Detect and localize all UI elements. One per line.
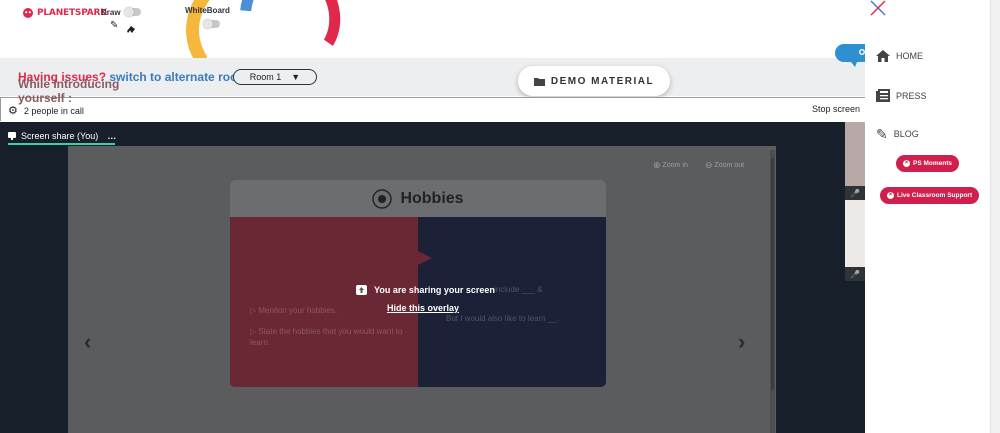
home-icon bbox=[876, 50, 890, 62]
slide-heading: While Introducing yourself : bbox=[18, 77, 120, 105]
slide-left-panel bbox=[230, 217, 418, 387]
close-icon[interactable] bbox=[868, 0, 888, 23]
logo-mark-icon bbox=[23, 8, 33, 18]
slide-bullet-1: ▷ Mention your hobbies. bbox=[250, 306, 338, 315]
zoom-in-icon: ⊕ bbox=[653, 160, 661, 170]
room-select[interactable]: Room 1 ▼ bbox=[233, 69, 317, 85]
tab-active-indicator bbox=[8, 143, 115, 145]
pencil-icon[interactable]: ✎ bbox=[110, 20, 118, 31]
zoom-out-icon: ⊖ bbox=[705, 160, 713, 170]
tab-screen-share[interactable]: Screen share (You) … bbox=[8, 127, 116, 144]
slide-badge-icon bbox=[372, 188, 393, 209]
zoom-in-button[interactable]: ⊕ Zoom in bbox=[653, 160, 688, 171]
room-select-value: Room 1 bbox=[249, 72, 282, 82]
planetspark-logo[interactable]: PLANETSPARK bbox=[22, 6, 107, 20]
close-circle-icon: × bbox=[887, 192, 894, 199]
people-in-call: ⚙ 2 people in call bbox=[8, 104, 84, 117]
demo-material-button[interactable]: DEMO MATERIAL bbox=[518, 66, 670, 96]
settings-gear-icon[interactable]: ⚙ bbox=[8, 104, 18, 117]
folder-icon bbox=[533, 77, 545, 86]
ps-moments-button[interactable]: × PS Moments bbox=[896, 155, 960, 172]
nav-item-home-label: HOME bbox=[896, 51, 923, 61]
nav-item-press[interactable]: PRESS bbox=[876, 89, 927, 102]
nav-item-blog[interactable]: ✎ BLOG bbox=[876, 126, 919, 142]
right-navigation-panel bbox=[865, 0, 1000, 433]
slide-title: Hobbies bbox=[400, 189, 464, 207]
slide-right-line-1: include ___ & bbox=[494, 285, 543, 294]
next-slide-arrow-icon[interactable]: › bbox=[738, 329, 745, 355]
newspaper-icon bbox=[876, 89, 890, 102]
participant-video-tile[interactable]: 🎤 bbox=[845, 122, 865, 200]
demo-material-label: DEMO MATERIAL bbox=[550, 75, 655, 87]
nav-item-home[interactable]: HOME bbox=[876, 50, 923, 62]
sharing-overlay-message: You are sharing your screen bbox=[356, 285, 495, 295]
pencil-icon: ✎ bbox=[876, 126, 888, 142]
nav-scrollbar[interactable] bbox=[990, 0, 1000, 433]
slide-header: Hobbies bbox=[230, 180, 606, 217]
sharing-overlay-text: You are sharing your screen bbox=[374, 285, 495, 295]
ps-moments-label: PS Moments bbox=[913, 160, 953, 167]
caret-down-icon: ▼ bbox=[291, 72, 301, 82]
close-circle-icon: × bbox=[903, 160, 910, 167]
chat-icon[interactable] bbox=[835, 44, 865, 67]
live-classroom-support-button[interactable]: × Live Classroom Support bbox=[880, 187, 980, 204]
whiteboard-toggle[interactable] bbox=[203, 19, 220, 29]
more-options-icon[interactable]: … bbox=[107, 131, 116, 141]
draw-label: Draw bbox=[101, 8, 121, 17]
previous-slide-arrow-icon[interactable]: ‹ bbox=[84, 329, 91, 355]
hide-overlay-link[interactable]: Hide this overlay bbox=[387, 303, 459, 313]
microphone-icon[interactable]: 🎤 bbox=[845, 186, 865, 200]
nav-item-blog-label: BLOG bbox=[893, 129, 919, 139]
slide-right-line-2: But I would also like to learn __. bbox=[446, 314, 559, 323]
draw-toggle[interactable] bbox=[124, 7, 141, 17]
logo-text: PLANETSPARK bbox=[37, 8, 108, 18]
upload-screen-icon bbox=[356, 285, 367, 295]
zoom-in-label: Zoom in bbox=[662, 162, 688, 169]
stop-screen-button[interactable]: Stop screen bbox=[812, 104, 860, 114]
microphone-icon[interactable]: 🎤 bbox=[845, 267, 865, 281]
participant-video-tile[interactable]: 🎤 bbox=[845, 200, 865, 281]
people-count-text: 2 people in call bbox=[23, 105, 84, 116]
slide-pointer-icon bbox=[416, 250, 432, 266]
share-scrollbar-thumb[interactable] bbox=[771, 158, 774, 390]
nav-item-press-label: PRESS bbox=[896, 90, 927, 101]
slide-bullet-2: ▷ State the hobbies that you would want … bbox=[250, 327, 403, 347]
screen-share-icon bbox=[8, 131, 16, 140]
zoom-out-label: Zoom out bbox=[714, 162, 745, 169]
eraser-icon[interactable] bbox=[126, 21, 136, 39]
live-classroom-support-label: Live Classroom Support bbox=[897, 192, 973, 199]
slide-hobbies: Hobbies bbox=[230, 180, 606, 387]
tab-screen-share-label: Screen share (You) bbox=[21, 130, 99, 141]
whiteboard-label: WhiteBoard bbox=[185, 6, 230, 15]
zoom-out-button[interactable]: ⊖ Zoom out bbox=[705, 160, 744, 171]
